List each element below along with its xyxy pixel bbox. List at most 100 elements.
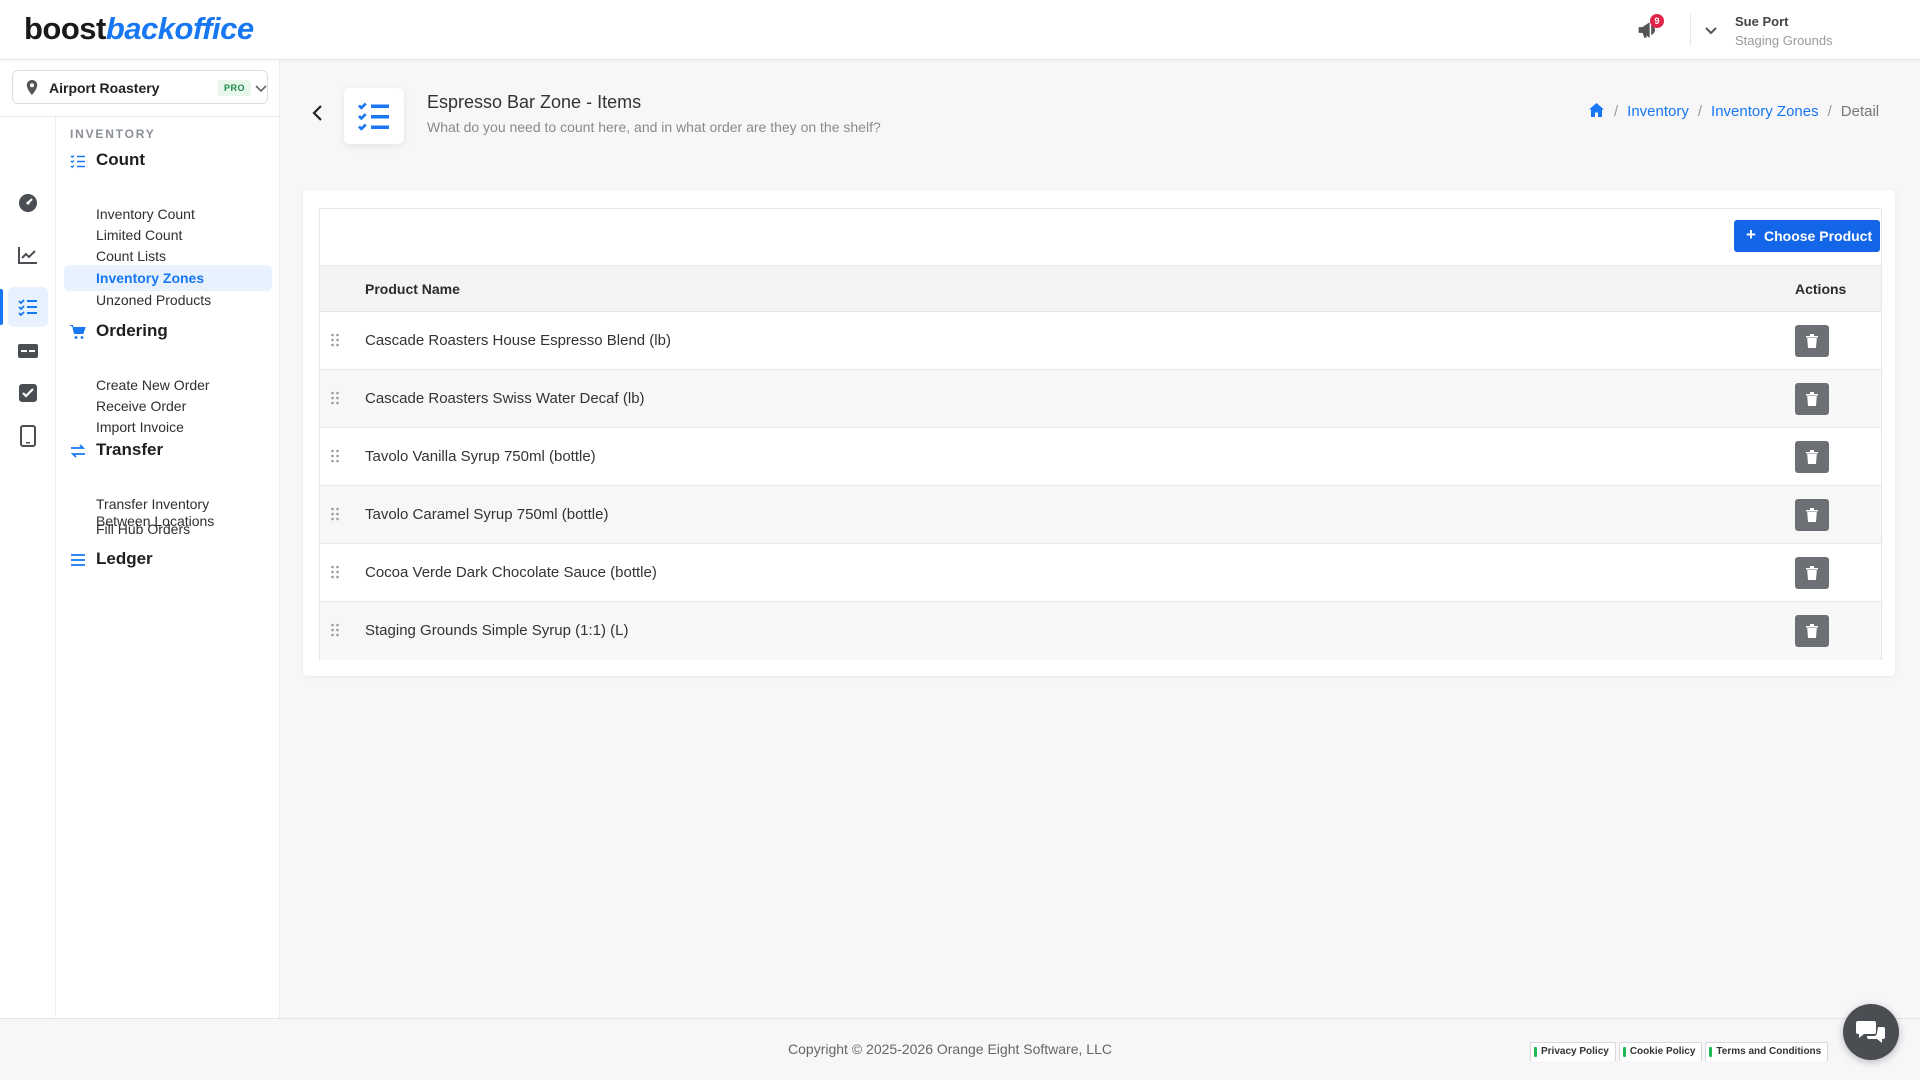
trash-icon — [1806, 334, 1818, 348]
choose-product-button[interactable]: + Choose Product — [1734, 220, 1880, 252]
drag-handle-icon[interactable] — [330, 448, 340, 464]
drag-handle-icon[interactable] — [330, 506, 340, 522]
trash-icon — [1806, 566, 1818, 580]
breadcrumb-inventory-zones[interactable]: Inventory Zones — [1711, 103, 1819, 120]
drag-handle-icon[interactable] — [330, 564, 340, 580]
nav-item-label: Inventory Zones — [96, 270, 205, 286]
pos-terminal-icon[interactable] — [16, 339, 40, 363]
analytics-chart-icon[interactable] — [16, 243, 40, 267]
table-row[interactable]: Staging Grounds Simple Syrup (1:1) (L) — [320, 602, 1881, 660]
top-bar: boostbackoffice 9 Sue Port Staging Groun… — [0, 0, 1920, 60]
drag-handle-icon[interactable] — [330, 622, 340, 638]
delete-button[interactable] — [1795, 383, 1829, 415]
policy-links: Privacy Policy Cookie Policy Terms and Con… — [1530, 1041, 1850, 1061]
nav-item-label: Limited Count — [96, 227, 183, 243]
breadcrumb-separator: / — [1697, 103, 1703, 120]
breadcrumb-separator: / — [1827, 103, 1832, 120]
nav-section-label: Ordering — [96, 321, 168, 340]
nav-section-label: Count — [96, 150, 146, 169]
map-pin-icon — [26, 80, 38, 95]
cookie-policy-link[interactable]: Cookie Policy — [1618, 1042, 1703, 1061]
nav-section-label: Ledger — [96, 549, 153, 568]
tasks-checkbox-icon[interactable] — [16, 381, 40, 405]
breadcrumb-inventory[interactable]: Inventory — [1627, 103, 1689, 120]
trash-icon — [1806, 392, 1818, 406]
table-row[interactable]: Cascade Roasters House Espresso Blend (l… — [320, 312, 1881, 370]
delete-button[interactable] — [1795, 499, 1829, 531]
user-menu-chevron-icon[interactable] — [1703, 22, 1719, 38]
nav-item-label: Inventory Count — [96, 206, 195, 222]
nav-item-label: Receive Order — [96, 398, 187, 414]
nav-category-label: INVENTORY — [70, 127, 156, 141]
rail-active-indicator — [0, 289, 3, 325]
checklist-icon — [358, 102, 389, 131]
footer: Copyright © 2025-2026 Orange Eight Softw… — [0, 1018, 1920, 1080]
product-name: Staging Grounds Simple Syrup (1:1) (L) — [365, 622, 629, 639]
delete-button[interactable] — [1795, 557, 1829, 589]
icon-rail — [0, 117, 56, 1058]
product-name: Tavolo Caramel Syrup 750ml (bottle) — [365, 506, 609, 523]
tablet-icon[interactable] — [16, 424, 40, 448]
terms-link[interactable]: Terms and Conditions — [1705, 1042, 1829, 1061]
page-icon-box — [344, 88, 404, 144]
nav-item-label: Unzoned Products — [96, 292, 212, 308]
nav-item-import-invoice[interactable]: Import Invoice — [64, 414, 272, 440]
home-icon[interactable] — [1588, 102, 1605, 118]
table-header: Product Name Actions — [320, 265, 1881, 312]
delete-button[interactable] — [1795, 441, 1829, 473]
table-row[interactable]: Tavolo Vanilla Syrup 750ml (bottle) — [320, 428, 1881, 486]
chevron-down-icon — [255, 85, 267, 93]
nav-item-label: Fill Hub Orders — [96, 521, 191, 537]
delete-button[interactable] — [1795, 325, 1829, 357]
logo-backoffice-text: backoffice — [105, 11, 254, 46]
shopping-cart-icon — [70, 325, 86, 339]
column-header-product-name[interactable]: Product Name — [365, 281, 460, 297]
page-subtitle: What do you need to count here, and in w… — [427, 119, 881, 135]
sidebar: Airport Roastery PRO INVENTORY Count Inv… — [0, 60, 280, 1058]
location-name: Airport Roastery — [49, 80, 160, 96]
product-name: Tavolo Vanilla Syrup 750ml (bottle) — [365, 448, 596, 465]
nav-item-label: Import Invoice — [96, 419, 184, 435]
privacy-policy-link[interactable]: Privacy Policy — [1530, 1042, 1616, 1061]
pro-badge: PRO — [218, 80, 252, 96]
chat-bubbles-icon — [1856, 1021, 1885, 1043]
table-row[interactable]: Cocoa Verde Dark Chocolate Sauce (bottle… — [320, 544, 1881, 602]
breadcrumb-detail: Detail — [1840, 103, 1880, 120]
boost-backoffice-logo[interactable]: boostbackoffice — [24, 11, 254, 47]
delete-button[interactable] — [1795, 615, 1829, 647]
nav-item-fill-hub-orders[interactable]: Fill Hub Orders — [64, 516, 272, 542]
nav-item-label: Count Lists — [96, 248, 167, 264]
plus-icon: + — [1746, 225, 1756, 244]
user-location: Staging Grounds — [1735, 33, 1833, 48]
column-header-actions: Actions — [1795, 281, 1847, 297]
location-selector[interactable]: Airport Roastery PRO — [12, 70, 268, 104]
zone-items-card: + Choose Product Product Name Actions Ca… — [303, 190, 1895, 676]
dashboard-gauge-icon[interactable] — [16, 191, 40, 215]
product-name: Cascade Roasters Swiss Water Decaf (lb) — [365, 390, 645, 407]
zone-items-table: + Choose Product Product Name Actions Ca… — [319, 208, 1882, 660]
nav-item-unzoned-products[interactable]: Unzoned Products — [64, 287, 272, 313]
header-divider — [1690, 14, 1691, 46]
trash-icon — [1806, 624, 1818, 638]
ledger-list-icon — [71, 554, 85, 566]
breadcrumb-separator: / — [1614, 103, 1619, 120]
breadcrumb: / Inventory / Inventory Zones / Detail — [1588, 102, 1879, 124]
drag-handle-icon[interactable] — [330, 390, 340, 406]
transfer-arrows-icon — [70, 444, 86, 458]
nav-item-label: Create New Order — [96, 377, 210, 393]
chat-support-button[interactable] — [1843, 1004, 1899, 1060]
trash-icon — [1806, 508, 1818, 522]
user-name[interactable]: Sue Port — [1735, 14, 1788, 29]
table-row[interactable]: Cascade Roasters Swiss Water Decaf (lb) — [320, 370, 1881, 428]
logo-boost-text: boost — [24, 11, 106, 46]
nav-section-label: Transfer — [96, 440, 164, 459]
product-name: Cascade Roasters House Espresso Blend (l… — [365, 332, 671, 349]
drag-handle-icon[interactable] — [330, 332, 340, 348]
inventory-checklist-icon[interactable] — [16, 295, 40, 319]
choose-product-label: Choose Product — [1764, 228, 1873, 244]
back-arrow-icon[interactable] — [310, 104, 326, 122]
notification-badge: 9 — [1650, 14, 1664, 28]
table-row[interactable]: Tavolo Caramel Syrup 750ml (bottle) — [320, 486, 1881, 544]
trash-icon — [1806, 450, 1818, 464]
product-name: Cocoa Verde Dark Chocolate Sauce (bottle… — [365, 564, 657, 581]
